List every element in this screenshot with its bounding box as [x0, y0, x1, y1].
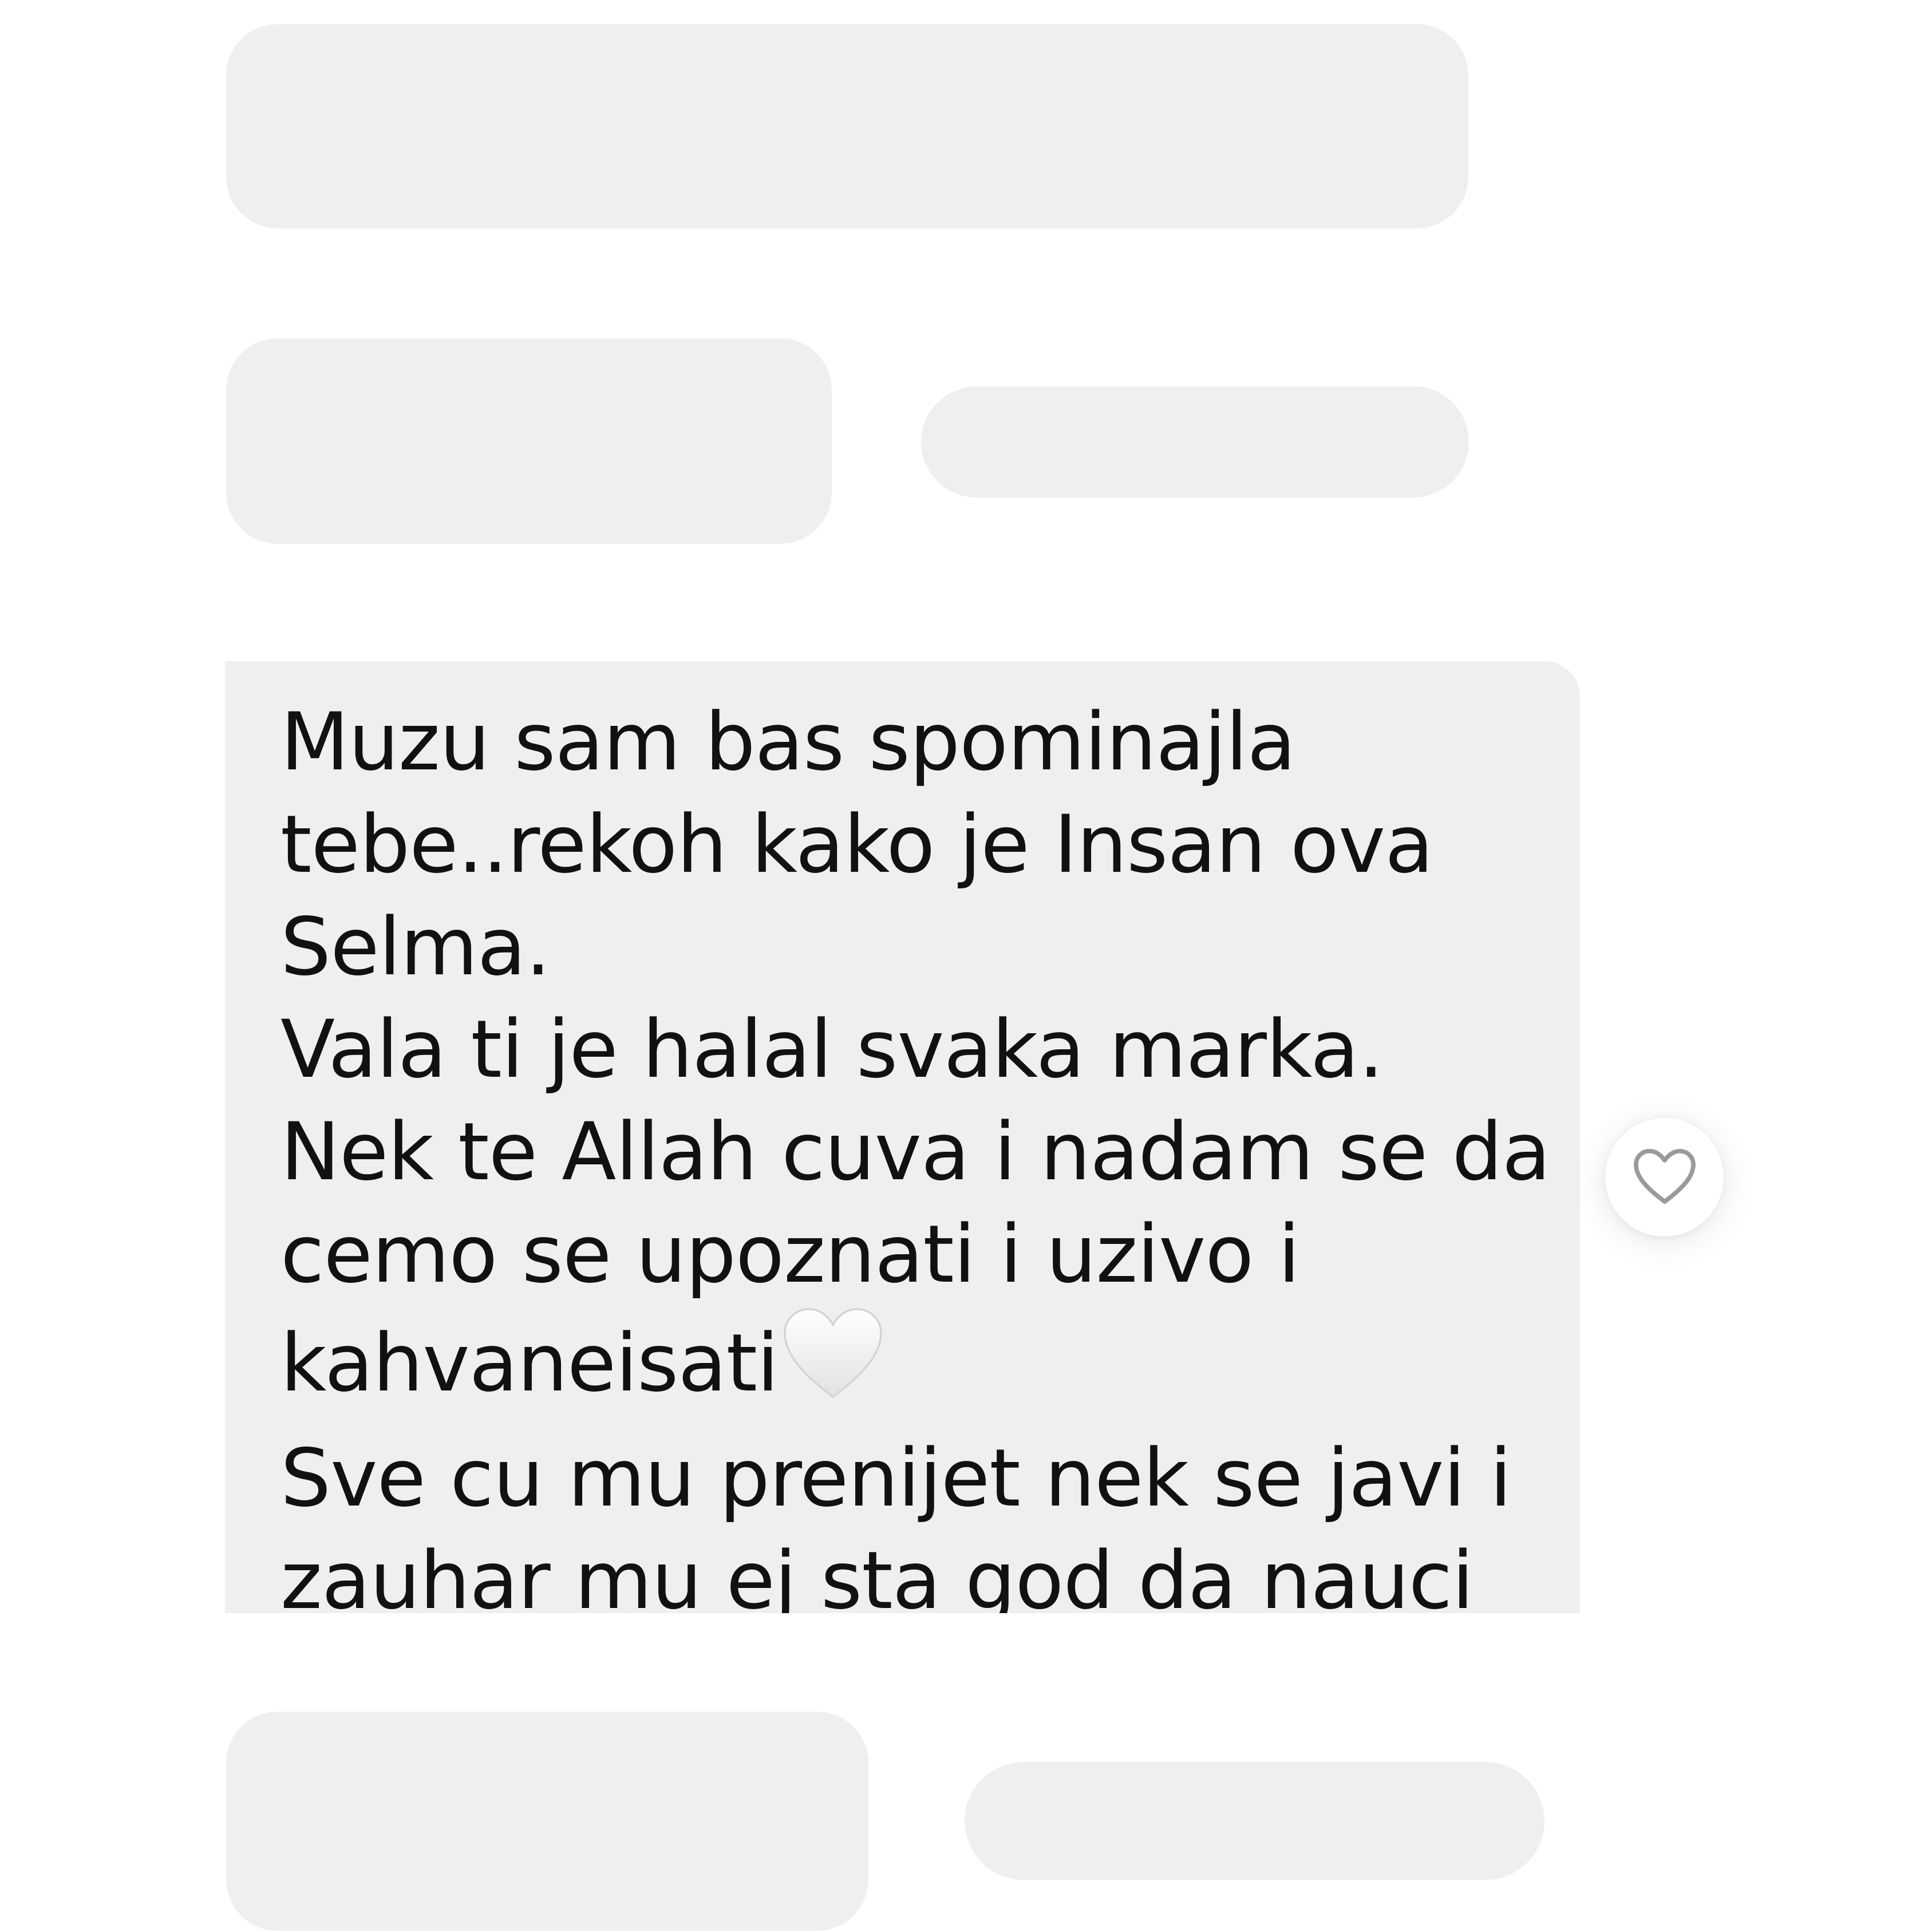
- message-line: tebe..rekoh kako je Insan ova: [280, 798, 1433, 891]
- message-line: Vala ti je halal svaka marka.: [280, 1003, 1384, 1096]
- redacted-message-bubble: [965, 1762, 1544, 1880]
- message-line: Muzu sam bas spominajla: [280, 696, 1296, 788]
- white-heart-icon: [782, 1306, 884, 1427]
- redacted-message-bubble: [226, 24, 1468, 228]
- message-line: Sve cu mu prenijet nek se javi i: [280, 1432, 1512, 1524]
- heart-outline-icon: [1631, 1146, 1698, 1209]
- redacted-message-bubble: [226, 1712, 868, 1931]
- redacted-message-bubble: [226, 338, 832, 544]
- message-line: Nek te Allah cuva i nadam se da: [280, 1105, 1551, 1198]
- message-line: zauhar mu ej sta god da nauci: [280, 1534, 1474, 1613]
- like-button[interactable]: [1605, 1118, 1724, 1236]
- message-bubble[interactable]: Muzu sam bas spominajla tebe..rekoh kako…: [225, 661, 1580, 1613]
- message-line: cemo se upoznati i uzivo i: [280, 1208, 1300, 1301]
- message-line: kahvaneisati: [280, 1317, 779, 1409]
- redacted-message-bubble: [921, 386, 1469, 497]
- message-text: Muzu sam bas spominajla tebe..rekoh kako…: [280, 691, 1563, 1613]
- message-line: Selma.: [280, 900, 551, 993]
